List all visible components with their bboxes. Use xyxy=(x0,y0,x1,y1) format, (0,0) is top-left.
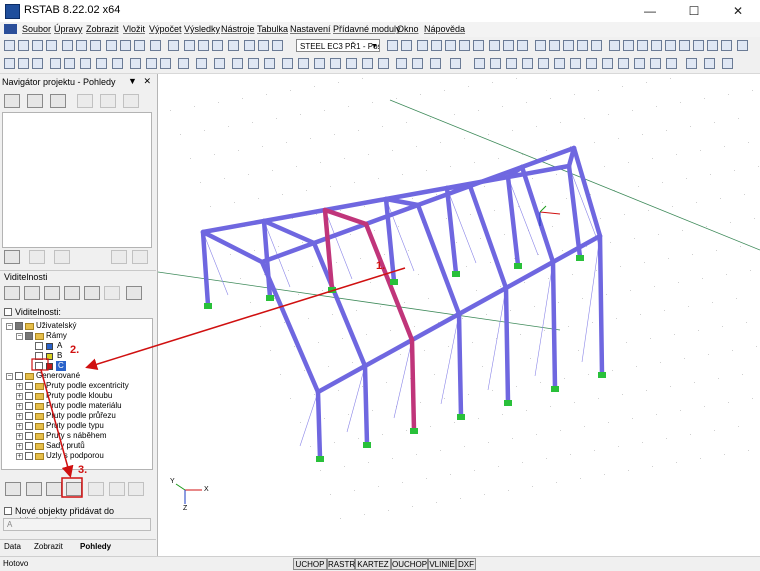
status-text: Hotovo xyxy=(3,559,29,568)
status-bar: Hotovo UCHOP RASTR KARTEZ OUCHOP VLINIE … xyxy=(0,556,760,571)
axis-indicator: X Y Z xyxy=(164,478,209,514)
status-ouchop-button[interactable]: OUCHOP xyxy=(391,558,428,570)
axis-y-label: Y xyxy=(170,478,175,485)
status-uchop-button[interactable]: UCHOP xyxy=(293,558,327,570)
annotation-highlight-button xyxy=(61,477,83,498)
annotation-label-3: 3. xyxy=(78,464,88,476)
annotation-overlay xyxy=(31,267,406,498)
axis-z-label: Z xyxy=(183,505,188,512)
status-kartez-button[interactable]: KARTEZ xyxy=(355,558,391,570)
axis-x-label: X xyxy=(204,486,209,493)
annotation-arrow-1 xyxy=(85,267,406,371)
status-rastr-button[interactable]: RASTR xyxy=(327,558,355,570)
annotation-arrow-2 xyxy=(40,369,74,478)
annotation-highlight-c xyxy=(31,358,49,371)
status-dxf-button[interactable]: DXF xyxy=(456,558,476,570)
status-vlinie-button[interactable]: VLINIE xyxy=(428,558,456,570)
annotation-label-1: 1. xyxy=(376,260,386,272)
annotation-label-2: 2. xyxy=(70,344,80,356)
